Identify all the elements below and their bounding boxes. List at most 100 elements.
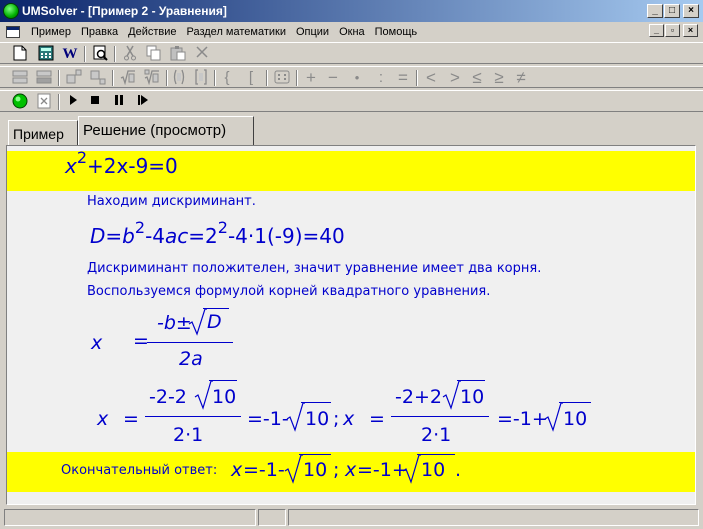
bracket-icon[interactable]: [ (244, 69, 258, 87)
radical-bar (301, 402, 331, 403)
less-equal-icon[interactable]: ≤ (468, 69, 486, 87)
formula-radicand: D (207, 311, 222, 333)
answer-radicand1: 10 (303, 459, 328, 481)
sqrt-sign (286, 402, 305, 432)
calculator-icon[interactable] (36, 45, 56, 63)
delete-icon[interactable] (192, 45, 212, 63)
maximize-button[interactable]: □ (664, 4, 680, 18)
mdi-close-button[interactable]: × (683, 24, 698, 37)
radical-bar (209, 380, 237, 381)
brace-icon[interactable]: { (220, 69, 234, 87)
window-title: UMSolver - [Пример 2 - Уравнения] (22, 4, 227, 18)
sqrt-sign (284, 454, 303, 484)
menu-item-5[interactable]: Окна (334, 26, 370, 38)
plus-icon[interactable]: + (302, 69, 320, 87)
greater-than-icon[interactable]: > (446, 69, 464, 87)
sqrt-sign (442, 380, 461, 410)
toolbar-separator (166, 70, 168, 86)
tab-solution-view[interactable]: Решение (просмотр) (78, 116, 254, 146)
toolbar-separator (296, 70, 298, 86)
root1-x: x (97, 408, 109, 430)
run-toolbar (0, 90, 703, 112)
multiply-dot-icon[interactable]: • (348, 69, 366, 87)
greater-equal-icon[interactable]: ≥ (490, 69, 508, 87)
toolbar-separator (58, 70, 60, 86)
stop-icon[interactable] (86, 93, 104, 111)
menu-item-1[interactable]: Правка (76, 26, 123, 38)
minimize-button[interactable]: _ (647, 4, 663, 18)
clear-icon[interactable] (34, 93, 54, 111)
answer-value1: =-1- (243, 459, 285, 481)
document-icon[interactable] (6, 26, 20, 38)
status-cell-1 (4, 509, 256, 526)
fraction-line (147, 342, 233, 343)
new-icon[interactable] (10, 45, 30, 63)
sqrt-icon[interactable] (118, 69, 138, 87)
menu-item-6[interactable]: Помощь (370, 26, 423, 38)
final-answer-label: Окончательный ответ: (61, 463, 218, 478)
pause-icon[interactable] (110, 93, 128, 111)
discriminant-formula: D=b2-4ac=22-4·1(-9)=40 (90, 218, 345, 248)
equals-icon[interactable]: = (394, 69, 412, 87)
root1-numerator: -2-2 (149, 386, 187, 408)
mdi-restore-button[interactable]: ▫ (665, 24, 680, 37)
answer-x2: x (345, 459, 357, 481)
step-icon[interactable] (134, 93, 152, 111)
sqrt-sign (194, 380, 213, 410)
formula-denominator: 2a (179, 348, 203, 370)
formula-x: x (91, 332, 103, 354)
root2-equals: = (369, 408, 385, 430)
fraction-line (145, 416, 241, 417)
insert-row-below-icon[interactable] (34, 69, 54, 87)
sqrt-sign (544, 402, 563, 432)
not-equal-icon[interactable]: ≠ (512, 69, 530, 87)
answer-x1: x (231, 459, 243, 481)
copy-icon[interactable] (144, 45, 164, 63)
equation: x2+2x-9=0 (65, 148, 178, 178)
root1-denominator: 2·1 (173, 424, 204, 446)
subscript-icon[interactable] (88, 69, 108, 87)
menu-item-2[interactable]: Действие (123, 26, 181, 38)
toolbar-separator (266, 70, 268, 86)
tab-example[interactable]: Пример (8, 120, 78, 146)
less-than-icon[interactable]: < (422, 69, 440, 87)
close-button[interactable]: × (683, 4, 699, 18)
mdi-minimize-button[interactable]: _ (649, 24, 664, 37)
sqrt-sign (402, 454, 421, 484)
menu-item-0[interactable]: Пример (26, 26, 76, 38)
nth-root-icon[interactable] (142, 69, 162, 87)
answer-radicand2: 10 (421, 459, 446, 481)
root2-result-radicand: 10 (563, 408, 588, 430)
menu-item-4[interactable]: Опции (291, 26, 334, 38)
matrix-icon[interactable] (272, 69, 292, 87)
roots-separator: ; (333, 408, 340, 430)
root1-equals: = (123, 408, 139, 430)
math-toolbar: { [ + − • : = < > ≤ ≥ ≠ (0, 66, 703, 88)
divide-icon[interactable]: : (372, 69, 390, 87)
superscript-icon[interactable] (64, 69, 84, 87)
toolbar-separator (58, 94, 60, 110)
radical-bar (417, 454, 455, 455)
insert-row-above-icon[interactable] (10, 69, 30, 87)
answer-end: . (455, 459, 462, 481)
run-icon[interactable] (10, 93, 30, 111)
step-discriminant-positive: Дискриминант положителен, значит уравнен… (87, 261, 542, 276)
brackets-icon[interactable] (192, 69, 210, 87)
menu-items: Пример Правка Действие Раздел математики Опц… (26, 26, 422, 38)
toolbar-separator (416, 70, 418, 86)
word-icon[interactable]: W (60, 45, 80, 63)
root1-num-radicand: 10 (212, 386, 237, 408)
paste-icon[interactable] (168, 45, 188, 63)
menu-item-3[interactable]: Раздел математики (182, 26, 291, 38)
toolbar-separator (112, 70, 114, 86)
title-bar: UMSolver - [Пример 2 - Уравнения] _ □ × (0, 0, 703, 22)
minus-icon[interactable]: − (324, 69, 342, 87)
fraction-line (391, 416, 489, 417)
solution-pane: x2+2x-9=0 Находим дискриминант. D=b2-4ac… (6, 145, 696, 505)
preview-icon[interactable] (90, 45, 110, 63)
app-icon[interactable] (3, 3, 19, 19)
root2-x: x (343, 408, 355, 430)
play-icon[interactable] (64, 93, 82, 111)
parentheses-icon[interactable] (170, 69, 188, 87)
cut-icon[interactable] (120, 45, 140, 63)
